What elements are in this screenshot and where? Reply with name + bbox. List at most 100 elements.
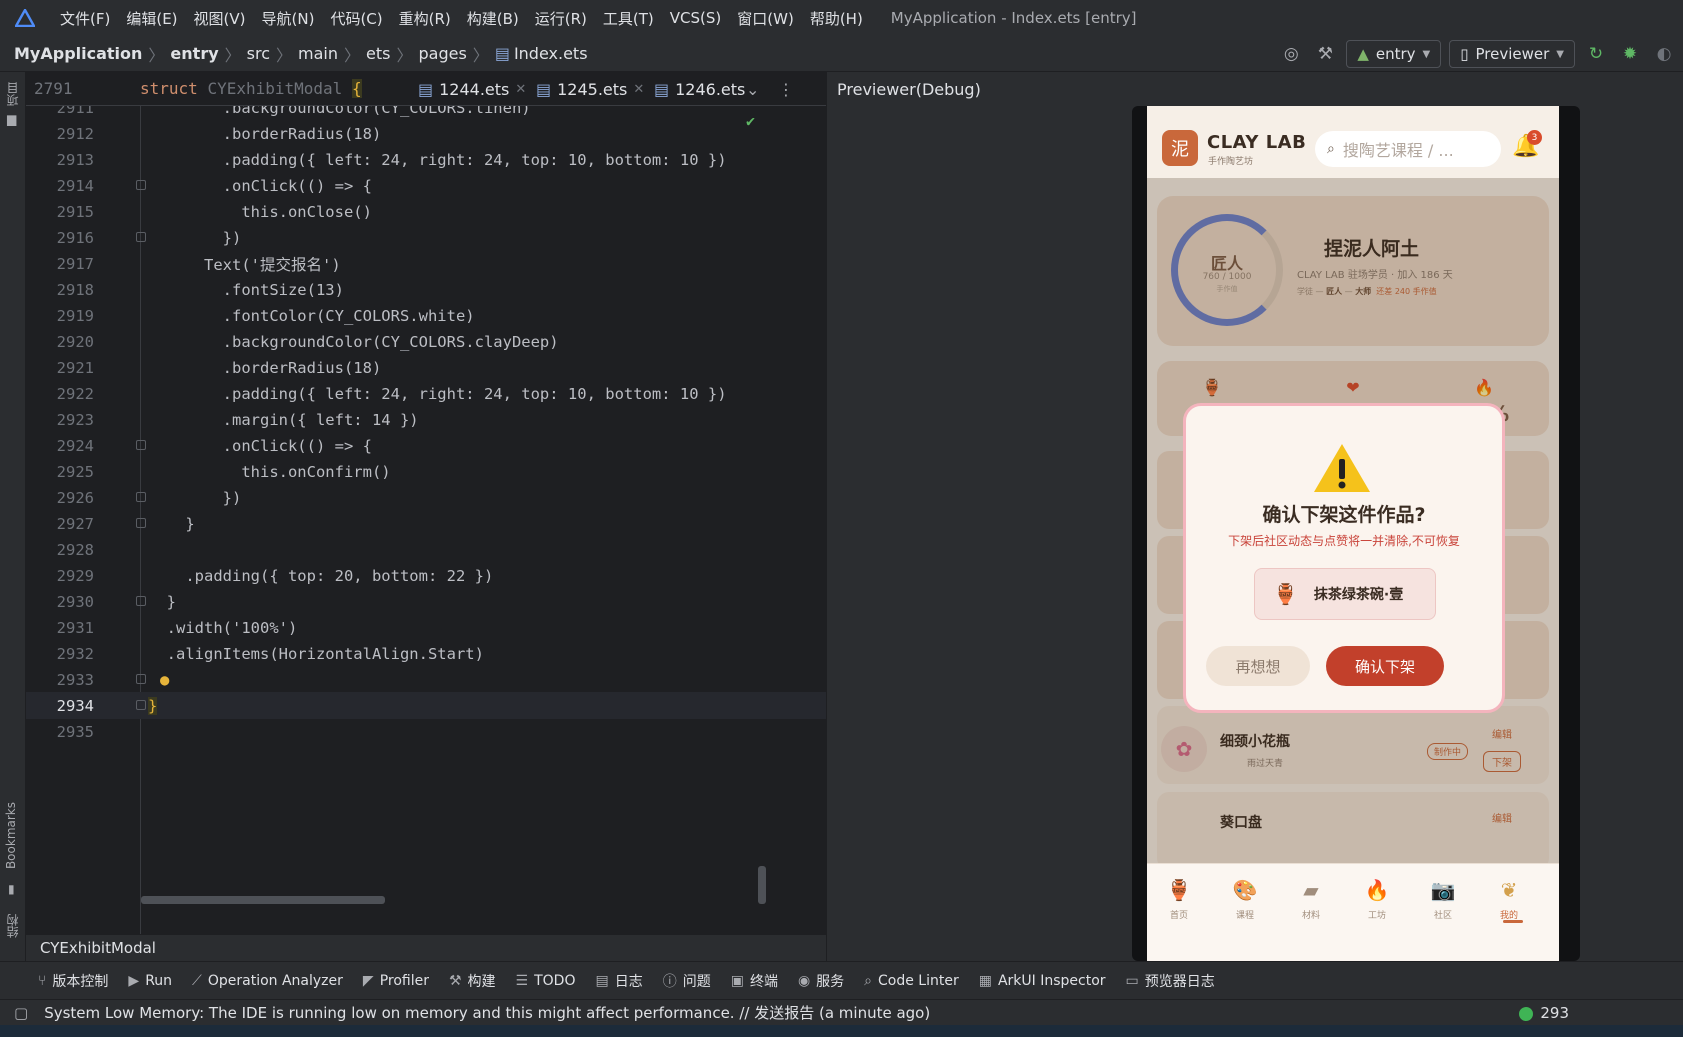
document-icon: ▭ xyxy=(1125,972,1139,989)
tool-version-control[interactable]: ⑂ 版本控制 xyxy=(28,971,118,991)
code-text: .padding({ left: 24, right: 24, top: 10,… xyxy=(148,150,727,169)
menu-run[interactable]: 运行(R) xyxy=(527,8,595,29)
menu-help[interactable]: 帮助(H) xyxy=(802,8,871,29)
menu-file[interactable]: 文件(F) xyxy=(52,8,118,29)
close-icon[interactable]: ✕ xyxy=(633,82,644,97)
fold-marker-icon[interactable] xyxy=(136,674,146,684)
code-text: } xyxy=(148,592,176,611)
fold-marker-icon[interactable] xyxy=(136,232,146,242)
palette-icon: 🎨 xyxy=(1232,878,1258,902)
menu-build[interactable]: 构建(B) xyxy=(459,8,527,29)
tab-label: 材料 xyxy=(1301,911,1320,921)
layout-toggle-icon[interactable]: ▢ xyxy=(14,1004,28,1022)
crumb-ets[interactable]: ets xyxy=(366,44,390,63)
tab-workshop[interactable]: 🔥 工坊 xyxy=(1347,878,1407,921)
code-text: .onClick(() => { xyxy=(148,436,372,455)
code-line: 2928 xyxy=(26,536,826,563)
code-text: .padding({ left: 24, right: 24, top: 10,… xyxy=(148,384,727,403)
fold-marker-icon[interactable] xyxy=(136,492,146,502)
line-number: 2931 xyxy=(56,618,94,637)
inspection-ok-icon[interactable]: ✔ xyxy=(746,112,755,130)
crumb-separator: 〉 xyxy=(344,45,361,65)
tab-courses[interactable]: 🎨 课程 xyxy=(1215,878,1275,921)
tabs-overflow-chevron-icon[interactable]: ⌄ xyxy=(746,72,759,106)
crumb-module[interactable]: entry xyxy=(170,44,218,63)
menu-code[interactable]: 代码(C) xyxy=(322,8,390,29)
editor-tab[interactable]: ▤ 1244.ets ✕ xyxy=(418,72,526,106)
crumb-main[interactable]: main xyxy=(298,44,338,63)
menu-edit[interactable]: 编辑(E) xyxy=(118,8,185,29)
search-input[interactable]: ⌕ 搜陶艺课程 / ... xyxy=(1315,131,1501,167)
fold-marker-icon[interactable] xyxy=(136,596,146,606)
crumb-project[interactable]: MyApplication xyxy=(14,44,142,63)
cancel-button[interactable]: 再想想 xyxy=(1206,646,1310,686)
tool-arkui-inspector[interactable]: ▦ ArkUI Inspector xyxy=(969,973,1116,989)
project-tool-button[interactable]: 项目 xyxy=(4,82,21,106)
target-icon[interactable]: ◎ xyxy=(1278,41,1304,67)
editor-tab[interactable]: ▤ 1246.ets xyxy=(654,72,745,106)
vertical-scrollbar[interactable] xyxy=(758,866,766,904)
tool-previewer-log[interactable]: ▭ 预览器日志 xyxy=(1116,971,1225,991)
tab-mine[interactable]: ❦ 我的 xyxy=(1479,878,1539,921)
rerun-icon[interactable]: ↻ xyxy=(1583,41,1609,67)
status-message[interactable]: System Low Memory: The IDE is running lo… xyxy=(44,1002,930,1023)
menu-tools[interactable]: 工具(T) xyxy=(595,8,662,29)
code-text: .onClick(() => { xyxy=(148,176,372,195)
hammer-icon[interactable]: ⚒ xyxy=(1312,41,1338,67)
menu-refactor[interactable]: 重构(R) xyxy=(391,8,459,29)
tool-label: ArkUI Inspector xyxy=(997,972,1106,989)
more-options-icon[interactable]: ⋮ xyxy=(778,72,794,106)
tool-code-linter[interactable]: ⌕ Code Linter xyxy=(854,973,969,989)
debug-icon[interactable]: ✹ xyxy=(1617,41,1643,67)
editor-tab[interactable]: ▤ 1245.ets ✕ xyxy=(536,72,644,106)
sticky-brace: { xyxy=(351,79,362,98)
line-number: 2912 xyxy=(56,124,94,143)
code-text: this.onConfirm() xyxy=(148,462,391,481)
tab-materials[interactable]: ▰ 材料 xyxy=(1281,878,1341,921)
fold-marker-icon[interactable] xyxy=(136,440,146,450)
code-area[interactable]: 2911 .backgroundColor(CY_COLORS.linen) 2… xyxy=(26,106,826,934)
tool-profiler[interactable]: ◤ Profiler xyxy=(353,973,439,989)
lightbulb-icon[interactable]: ● xyxy=(160,671,169,689)
fold-marker-icon[interactable] xyxy=(136,700,146,710)
tool-terminal[interactable]: ▣ 终端 xyxy=(721,971,788,991)
tool-log[interactable]: ▤ 日志 xyxy=(585,971,652,991)
menu-window[interactable]: 窗口(W) xyxy=(729,8,802,29)
sticky-line-number: 2791 xyxy=(34,79,73,98)
run-config-select[interactable]: ▲ entry ▼ xyxy=(1346,40,1442,68)
close-icon[interactable]: ✕ xyxy=(515,82,526,97)
line-number: 2923 xyxy=(56,410,94,429)
tool-todo[interactable]: ☰ TODO xyxy=(506,973,586,989)
crumb-src[interactable]: src xyxy=(247,44,270,63)
crumb-pages[interactable]: pages xyxy=(419,44,467,63)
tool-operation-analyzer[interactable]: ⟋ Operation Analyzer xyxy=(182,973,353,989)
sticky-scope-header[interactable]: 2791 struct CYExhibitModal { xyxy=(26,72,396,106)
menu-navigate[interactable]: 导航(N) xyxy=(254,8,323,29)
tool-label: Profiler xyxy=(379,972,429,989)
tool-problems[interactable]: ⓘ 问题 xyxy=(653,971,721,991)
device-screen[interactable]: 泥 CLAY LAB 手作陶艺坊 ⌕ 搜陶艺课程 / ... 🔔 3 匠人 760… xyxy=(1147,106,1559,961)
fold-marker-icon[interactable] xyxy=(136,180,146,190)
tool-build[interactable]: ⚒ 构建 xyxy=(439,971,506,991)
tool-run[interactable]: ▶ Run xyxy=(118,973,182,989)
line-number: 2917 xyxy=(56,254,94,273)
crumb-separator: 〉 xyxy=(396,45,413,65)
search-icon: ⌕ xyxy=(864,972,873,989)
crumb-file[interactable]: Index.ets xyxy=(514,44,588,63)
attach-debugger-icon[interactable]: ◐ xyxy=(1651,41,1677,67)
device-select[interactable]: ▯ Previewer ▼ xyxy=(1449,40,1575,68)
tab-home[interactable]: 🏺 首页 xyxy=(1149,878,1209,921)
tool-services[interactable]: ◉ 服务 xyxy=(788,971,854,991)
fold-marker-icon[interactable] xyxy=(136,518,146,528)
tab-community[interactable]: 📷 社区 xyxy=(1413,878,1473,921)
horizontal-scrollbar[interactable] xyxy=(141,896,385,904)
structure-tool-button[interactable]: 结构 xyxy=(4,914,21,938)
bookmarks-tool-button[interactable]: Bookmarks xyxy=(4,802,18,869)
line-number: 2926 xyxy=(56,488,94,507)
code-editor[interactable]: ▤ 1244.ets ✕ ▤ 1245.ets ✕ ▤ 1246.ets ⌄ ⋮ 2791… xyxy=(26,72,826,934)
confirm-takedown-button[interactable]: 确认下架 xyxy=(1326,646,1444,686)
line-number: 2927 xyxy=(56,514,94,533)
menu-vcs[interactable]: VCS(S) xyxy=(662,9,729,27)
menu-view[interactable]: 视图(V) xyxy=(186,8,254,29)
editor-breadcrumb[interactable]: CYExhibitModal xyxy=(26,934,826,961)
